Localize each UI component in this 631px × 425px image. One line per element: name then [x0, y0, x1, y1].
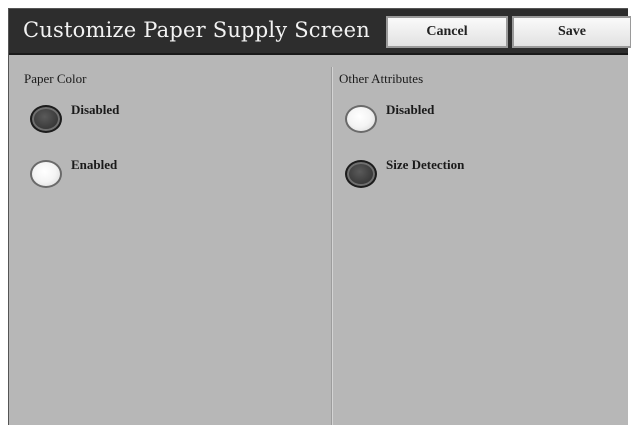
paper-color-label: Paper Color: [24, 71, 87, 86]
cancel-button[interactable]: Cancel: [386, 16, 508, 48]
option-label: Disabled: [386, 102, 435, 117]
save-button[interactable]: Save: [512, 16, 631, 48]
column-divider: [331, 67, 333, 425]
title-bar: Customize Paper Supply Screen Cancel Sav…: [9, 9, 631, 55]
radio-selected-icon: [345, 160, 377, 188]
other-attributes-label: Other Attributes: [339, 71, 424, 86]
screen-title: Customize Paper Supply Screen: [23, 18, 370, 42]
radio-selected-icon: [30, 105, 62, 133]
option-label: Size Detection: [386, 157, 465, 172]
radio-unselected-icon: [345, 105, 377, 133]
radio-unselected-icon: [30, 160, 62, 188]
option-label: Disabled: [71, 102, 120, 117]
option-label: Enabled: [71, 157, 118, 172]
paper-supply-screen: Customize Paper Supply Screen Cancel Sav…: [8, 8, 631, 425]
